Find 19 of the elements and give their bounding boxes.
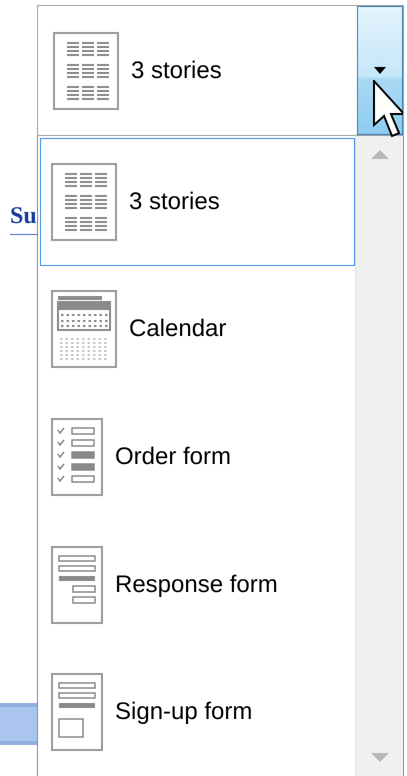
toolbar-strip	[0, 703, 40, 745]
calendar-template-icon	[51, 290, 117, 368]
caret-icon	[374, 66, 386, 74]
three-column-layout-icon	[51, 162, 117, 241]
template-option[interactable]: Sign-up form	[40, 648, 355, 776]
link-text[interactable]: Su	[10, 203, 37, 229]
scrollbar[interactable]	[355, 136, 403, 776]
scroll-up-icon[interactable]	[370, 150, 388, 159]
three-column-layout-icon	[53, 32, 119, 110]
combo-value: 3 stories	[131, 56, 222, 86]
template-option[interactable]: Calendar	[40, 266, 355, 394]
form-template-icon	[51, 418, 103, 496]
template-option[interactable]: 3 stories	[40, 138, 355, 266]
template-combo-box[interactable]: 3 stories	[37, 5, 404, 136]
scroll-down-icon[interactable]	[370, 753, 388, 762]
form-template-icon	[51, 546, 103, 624]
template-option[interactable]: Response form	[40, 520, 355, 648]
form-template-icon	[51, 673, 103, 752]
template-option[interactable]: Order form	[40, 393, 355, 521]
